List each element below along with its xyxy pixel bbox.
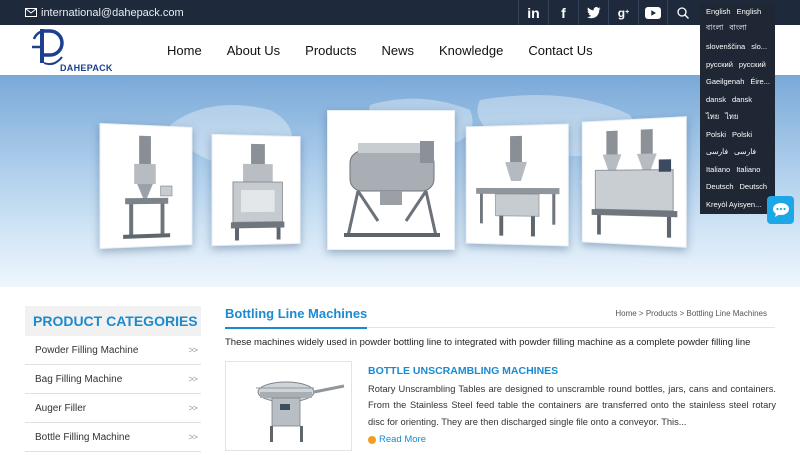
- category-auger-filler[interactable]: Auger Filler >>: [25, 394, 201, 423]
- facebook-icon[interactable]: f: [548, 0, 578, 25]
- section-header: Bottling Line Machines Home > Products >…: [225, 300, 775, 329]
- double-chevron-right-icon: >>: [188, 345, 197, 355]
- double-chevron-right-icon: >>: [188, 403, 197, 413]
- main-content: Bottling Line Machines Home > Products >…: [225, 300, 776, 451]
- product-categories-sidebar: PRODUCT CATEGORIES Powder Filling Machin…: [25, 306, 201, 452]
- language-option[interactable]: فارسی فارسی: [700, 143, 775, 161]
- social-links: in f g +: [518, 0, 668, 25]
- product-image-auger-filler[interactable]: [99, 122, 193, 250]
- product-title[interactable]: BOTTLE UNSCRAMBLING MACHINES: [368, 365, 558, 377]
- email-text: international@dahepack.com: [41, 6, 184, 19]
- page-title: Bottling Line Machines: [225, 306, 368, 329]
- twitter-icon[interactable]: [578, 0, 608, 25]
- language-option[interactable]: Polski Polski: [700, 126, 775, 144]
- nav-home[interactable]: Home: [167, 43, 202, 58]
- category-bottle-filling-machine[interactable]: Bottle Filling Machine >>: [25, 423, 201, 452]
- language-dropdown: English English বাংলা বাংলা slovenščina slo…: [700, 3, 775, 214]
- language-option[interactable]: বাংলা বাংলা: [700, 21, 775, 39]
- site-header: DAHEPACK Home About Us Products News Kno…: [0, 25, 800, 75]
- product-image-double-filler[interactable]: [581, 116, 687, 248]
- double-chevron-right-icon: >>: [188, 432, 197, 442]
- product-description: Rotary Unscrambling Tables are designed …: [368, 384, 776, 427]
- youtube-icon[interactable]: [638, 0, 668, 25]
- logo-text: DAHEPACK: [60, 63, 113, 73]
- nav-contact-us[interactable]: Contact Us: [528, 43, 592, 58]
- bullet-icon: [368, 435, 376, 444]
- language-option[interactable]: Kreyòl Ayisyen...: [700, 196, 775, 214]
- nav-products[interactable]: Products: [305, 43, 356, 58]
- sidebar-heading: PRODUCT CATEGORIES: [25, 306, 201, 336]
- read-more-link[interactable]: Read More: [368, 434, 426, 445]
- language-option[interactable]: Deutsch Deutsch: [700, 178, 775, 196]
- double-chevron-right-icon: >>: [188, 374, 197, 384]
- language-option[interactable]: Gaeilgenah Éire...: [700, 73, 775, 91]
- language-option[interactable]: English English: [700, 3, 775, 21]
- breadcrumb[interactable]: Home > Products > Bottling Line Machines: [615, 309, 767, 318]
- search-icon: [677, 6, 689, 19]
- product-thumbnail[interactable]: [225, 361, 352, 451]
- linkedin-icon[interactable]: in: [518, 0, 548, 25]
- product-image-filling-line[interactable]: [465, 123, 569, 247]
- search-button[interactable]: [670, 0, 696, 25]
- read-more-label: Read More: [379, 434, 426, 445]
- language-option[interactable]: русский русский: [700, 56, 775, 74]
- language-option[interactable]: ไทย ไทย: [700, 108, 775, 126]
- language-option[interactable]: Italiano Italiano: [700, 161, 775, 179]
- chat-button[interactable]: [767, 196, 794, 224]
- email-link[interactable]: international@dahepack.com: [25, 0, 184, 25]
- language-option[interactable]: slovenščina slo...: [700, 38, 775, 56]
- chat-bubble-icon: [772, 203, 789, 217]
- top-bar: international@dahepack.com in f g +: [0, 0, 800, 25]
- main-nav: Home About Us Products News Knowledge Co…: [160, 25, 611, 75]
- section-intro: These machines widely used in powder bot…: [225, 337, 751, 348]
- nav-about-us[interactable]: About Us: [227, 43, 280, 58]
- product-image-bottle-filler[interactable]: [211, 133, 301, 247]
- category-powder-filling-machine[interactable]: Powder Filling Machine >>: [25, 336, 201, 365]
- nav-knowledge[interactable]: Knowledge: [439, 43, 503, 58]
- category-bag-filling-machine[interactable]: Bag Filling Machine >>: [25, 365, 201, 394]
- language-option[interactable]: dansk dansk: [700, 91, 775, 109]
- nav-news[interactable]: News: [381, 43, 414, 58]
- envelope-icon: [25, 8, 37, 17]
- hero-banner: [0, 75, 800, 287]
- google-plus-icon[interactable]: g +: [608, 0, 638, 25]
- product-image-ribbon-mixer[interactable]: [327, 110, 455, 250]
- dahepack-logo[interactable]: DAHEPACK: [30, 27, 113, 73]
